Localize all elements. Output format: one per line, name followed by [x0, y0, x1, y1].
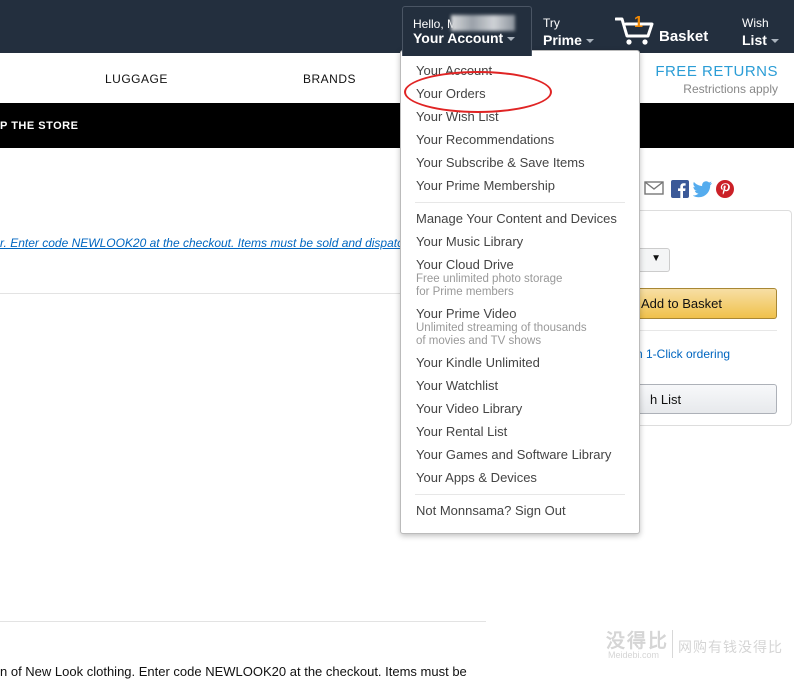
menu-kindle-unlimited[interactable]: Your Kindle Unlimited: [416, 355, 540, 370]
prime-video-subtitle-1: Unlimited streaming of thousands: [416, 322, 587, 334]
watermark-slogan: 网购有钱没得比: [678, 639, 783, 655]
promo-description: n of New Look clothing. Enter code NEWLO…: [0, 664, 467, 679]
your-account-label: Your Account: [413, 30, 516, 46]
menu-prime-video[interactable]: Your Prime Video: [416, 306, 516, 321]
wish-list-button-label: h List: [650, 392, 682, 407]
cloud-drive-subtitle-1: Free unlimited photo storage: [416, 273, 563, 285]
account-dropdown-menu: Your Account Your Orders Your Wish List …: [400, 50, 640, 534]
try-prime-small: Try: [543, 16, 560, 30]
one-click-link[interactable]: n 1-Click ordering: [636, 347, 730, 361]
highlight-annotation: [404, 71, 552, 113]
menu-games-software[interactable]: Your Games and Software Library: [416, 447, 611, 462]
redacted-name: [451, 15, 515, 31]
watermark: 没得比 Meidebi.com 网购有钱没得比: [606, 626, 791, 666]
divider: [628, 330, 777, 331]
pinterest-icon[interactable]: [716, 180, 734, 203]
watermark-logo-text: 没得比: [606, 631, 670, 652]
watermark-url: Meidebi.com: [608, 650, 660, 660]
menu-cloud-drive[interactable]: Your Cloud Drive: [416, 257, 514, 272]
menu-your-recommendations[interactable]: Your Recommendations: [416, 132, 554, 147]
account-label-text: Your Account: [413, 30, 504, 46]
menu-divider: [415, 202, 625, 203]
add-to-basket-button[interactable]: Add to Basket: [628, 288, 777, 319]
prime-video-subtitle-2: of movies and TV shows: [416, 335, 542, 347]
watermark-divider: [672, 630, 673, 658]
store-banner-bar: P THE STORE: [0, 103, 794, 148]
add-to-wish-list-button[interactable]: h List: [628, 384, 777, 414]
caret-down-icon: [507, 37, 516, 42]
free-returns-banner[interactable]: FREE RETURNS Restrictions apply: [655, 63, 778, 96]
store-navigation: LUGGAGE BRANDS FREE RETURNS Restrictions…: [0, 53, 794, 103]
menu-apps-devices[interactable]: Your Apps & Devices: [416, 470, 537, 485]
try-prime-link[interactable]: Try Prime: [543, 16, 594, 48]
basket-link[interactable]: 1 Basket: [615, 14, 715, 48]
shop-the-store-link[interactable]: P THE STORE: [0, 120, 78, 132]
add-to-basket-label: Add to Basket: [641, 296, 722, 311]
try-prime-label: Prime: [543, 32, 582, 48]
menu-sign-out[interactable]: Not Monnsama? Sign Out: [416, 503, 566, 518]
menu-rental-list[interactable]: Your Rental List: [416, 424, 507, 439]
menu-video-library[interactable]: Your Video Library: [416, 401, 522, 416]
menu-music-library[interactable]: Your Music Library: [416, 234, 523, 249]
chevron-down-icon: ▼: [651, 253, 661, 264]
nav-brands[interactable]: BRANDS: [303, 72, 356, 86]
divider: [0, 293, 402, 294]
free-returns-title: FREE RETURNS: [655, 63, 778, 80]
menu-divider: [415, 494, 625, 495]
your-account-button[interactable]: Hello, M Your Account: [402, 6, 532, 56]
menu-subscribe-save[interactable]: Your Subscribe & Save Items: [416, 155, 585, 170]
nav-luggage[interactable]: LUGGAGE: [105, 72, 168, 86]
caret-down-icon: [585, 39, 594, 44]
wish-small: Wish: [742, 16, 769, 30]
cloud-drive-subtitle-2: for Prime members: [416, 286, 514, 298]
promo-link[interactable]: r. Enter code NEWLOOK20 at the checkout.…: [0, 236, 402, 250]
menu-manage-content[interactable]: Manage Your Content and Devices: [416, 211, 617, 226]
wish-big: List: [742, 32, 779, 48]
wish-list-link[interactable]: Wish List: [742, 16, 779, 48]
menu-watchlist[interactable]: Your Watchlist: [416, 378, 498, 393]
top-navigation-bar: Try Prime 1 Basket Wish List: [0, 0, 794, 53]
basket-label: Basket: [659, 28, 709, 45]
restrictions-text: Restrictions apply: [683, 82, 778, 96]
try-prime-big: Prime: [543, 32, 594, 48]
quantity-select[interactable]: ▼: [636, 248, 670, 272]
menu-prime-membership[interactable]: Your Prime Membership: [416, 178, 555, 193]
caret-down-icon: [770, 39, 779, 44]
twitter-icon[interactable]: [692, 180, 713, 203]
divider: [0, 621, 486, 622]
basket-count: 1: [634, 14, 643, 31]
wish-list-label: List: [742, 32, 767, 48]
email-icon[interactable]: [644, 180, 664, 201]
facebook-icon[interactable]: [671, 180, 689, 203]
